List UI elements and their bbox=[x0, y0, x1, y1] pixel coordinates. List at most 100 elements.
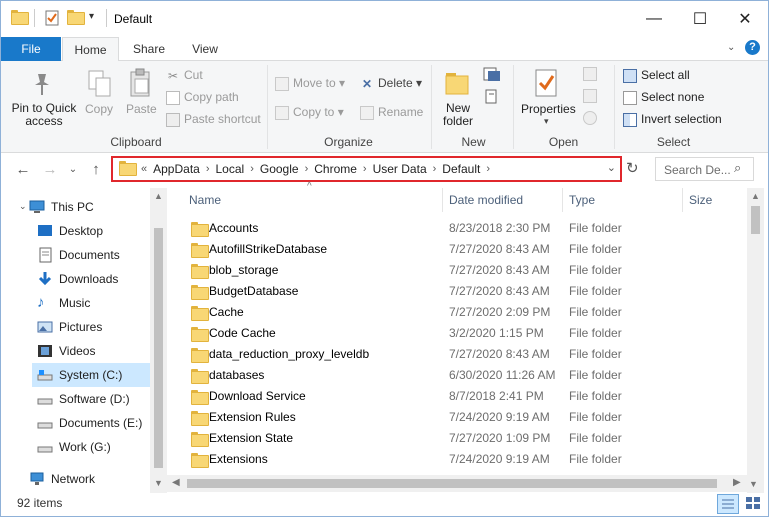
nav-item-videos[interactable]: Videos bbox=[37, 339, 95, 363]
edit-icon[interactable] bbox=[583, 89, 597, 103]
breadcrumb-appdata[interactable]: AppData bbox=[153, 162, 200, 176]
easy-access-icon[interactable] bbox=[483, 89, 505, 108]
invert-selection-button[interactable]: Invert selection bbox=[623, 112, 722, 127]
copy-path-button[interactable]: Copy path bbox=[166, 90, 239, 105]
up-arrow-icon[interactable]: ↑ bbox=[86, 159, 106, 179]
chevron-right-icon[interactable]: › bbox=[433, 163, 437, 175]
file-row[interactable]: Extension State 7/27/2020 1:09 PM File fol… bbox=[186, 428, 746, 449]
new-folder-button[interactable]: New folder bbox=[438, 102, 478, 128]
properties-button[interactable]: Properties bbox=[521, 102, 576, 116]
nav-item-software-d[interactable]: Software (D:) bbox=[37, 387, 130, 411]
file-row[interactable]: data_reduction_proxy_leveldb 7/27/2020 8:… bbox=[186, 344, 746, 365]
breadcrumb-chrome[interactable]: Chrome bbox=[314, 162, 357, 176]
scroll-down-icon[interactable]: ▼ bbox=[749, 479, 758, 489]
horizontal-scrollbar[interactable]: ◀ ▶ bbox=[167, 475, 747, 492]
column-divider[interactable] bbox=[682, 188, 683, 212]
refresh-icon[interactable]: ↻ bbox=[626, 159, 639, 177]
chevron-right-icon[interactable]: › bbox=[250, 163, 254, 175]
file-row[interactable]: blob_storage 7/27/2020 8:43 AM File folder bbox=[186, 260, 746, 281]
file-row[interactable]: AutofillStrikeDatabase 7/27/2020 8:43 AM F… bbox=[186, 239, 746, 260]
file-row[interactable]: databases 6/30/2020 11:26 AM File folder bbox=[186, 365, 746, 386]
move-to-button[interactable]: Move to ▾ bbox=[275, 76, 345, 91]
scroll-left-icon[interactable]: ◀ bbox=[172, 477, 180, 488]
column-divider[interactable] bbox=[442, 188, 443, 212]
file-row[interactable]: Extensions 7/24/2020 9:19 AM File folder bbox=[186, 449, 746, 470]
chevron-right-icon[interactable]: › bbox=[305, 163, 309, 175]
address-history-chevron-icon[interactable]: ⌄ bbox=[607, 161, 616, 174]
column-header-size[interactable]: Size bbox=[689, 188, 712, 212]
chevron-right-icon[interactable]: › bbox=[486, 163, 490, 175]
scroll-down-icon[interactable]: ▼ bbox=[154, 478, 163, 488]
file-date-modified: 7/27/2020 8:43 AM bbox=[449, 242, 550, 256]
file-list-scrollbar[interactable]: ▲ bbox=[747, 188, 764, 493]
chevron-down-icon[interactable]: ⌄ bbox=[19, 201, 27, 212]
breadcrumb-overflow[interactable]: « bbox=[141, 163, 147, 175]
tab-share[interactable]: Share bbox=[123, 37, 175, 61]
help-icon[interactable]: ? bbox=[745, 40, 760, 55]
back-arrow-icon[interactable]: ← bbox=[13, 159, 33, 179]
recent-locations-chevron-icon[interactable]: ⌄ bbox=[63, 159, 83, 179]
nav-item-desktop[interactable]: Desktop bbox=[37, 219, 103, 243]
pin-to-quick-access-button[interactable]: Pin to Quick access bbox=[9, 102, 79, 128]
copy-button[interactable]: Copy bbox=[85, 102, 113, 116]
nav-item-system-c[interactable]: System (C:) bbox=[37, 363, 122, 387]
open-icon[interactable] bbox=[583, 67, 597, 81]
nav-scrollbar[interactable]: ▲ ▼ bbox=[150, 188, 167, 493]
column-header-type[interactable]: Type bbox=[569, 188, 595, 212]
minimize-button[interactable]: — bbox=[631, 1, 677, 37]
new-item-icon[interactable] bbox=[483, 67, 505, 86]
nav-item-work-g[interactable]: Work (G:) bbox=[37, 435, 111, 459]
nav-item-documents[interactable]: Documents bbox=[37, 243, 120, 267]
column-header-date[interactable]: Date modified bbox=[449, 188, 523, 212]
close-button[interactable]: ✕ bbox=[722, 1, 768, 37]
file-row[interactable]: Code Cache 3/2/2020 1:15 PM File folder bbox=[186, 323, 746, 344]
paste-shortcut-button[interactable]: Paste shortcut bbox=[166, 112, 261, 127]
nav-item-this-pc[interactable]: This PC bbox=[29, 195, 94, 219]
breadcrumb-default[interactable]: Default bbox=[442, 162, 480, 176]
nav-item-downloads[interactable]: Downloads bbox=[37, 267, 118, 291]
properties-quick-icon[interactable] bbox=[45, 10, 63, 26]
address-bar[interactable]: « AppData › Local › Google › Chrome › User D… bbox=[111, 156, 622, 182]
details-view-icon[interactable] bbox=[717, 494, 739, 514]
rename-button[interactable]: Rename bbox=[360, 105, 423, 120]
breadcrumb-local[interactable]: Local bbox=[216, 162, 245, 176]
new-folder-quick-icon[interactable] bbox=[67, 10, 85, 26]
file-row[interactable]: BudgetDatabase 7/27/2020 8:43 AM File fold… bbox=[186, 281, 746, 302]
customize-quick-access-icon[interactable]: ▾ bbox=[89, 11, 94, 22]
select-none-button[interactable]: Select none bbox=[623, 90, 704, 105]
breadcrumb-user-data[interactable]: User Data bbox=[373, 162, 427, 176]
file-row[interactable]: Cache 7/27/2020 2:09 PM File folder bbox=[186, 302, 746, 323]
tab-file[interactable]: File bbox=[1, 37, 61, 61]
nav-item-network[interactable]: Network bbox=[29, 467, 95, 491]
scroll-right-icon[interactable]: ▶ bbox=[733, 477, 741, 488]
forward-arrow-icon[interactable]: → bbox=[40, 159, 60, 179]
large-icons-view-icon[interactable] bbox=[743, 494, 765, 514]
column-header-name[interactable]: Name bbox=[189, 188, 221, 212]
file-row[interactable]: Download Service 8/7/2018 2:41 PM File fol… bbox=[186, 386, 746, 407]
chevron-down-icon[interactable]: ▾ bbox=[544, 116, 549, 127]
scroll-thumb[interactable] bbox=[187, 479, 717, 488]
tab-view[interactable]: View bbox=[179, 37, 231, 61]
cut-button[interactable]: ✂ Cut bbox=[166, 68, 203, 83]
nav-item-documents-e[interactable]: Documents (E:) bbox=[37, 411, 142, 435]
maximize-button[interactable]: ☐ bbox=[677, 1, 723, 37]
tab-home[interactable]: Home bbox=[62, 37, 119, 62]
chevron-down-icon[interactable]: ⌄ bbox=[727, 42, 735, 53]
copy-to-button[interactable]: Copy to ▾ bbox=[275, 105, 344, 120]
chevron-right-icon[interactable]: › bbox=[363, 163, 367, 175]
history-icon[interactable] bbox=[583, 111, 597, 125]
scroll-thumb[interactable] bbox=[154, 228, 163, 468]
scroll-up-icon[interactable]: ▲ bbox=[751, 191, 760, 201]
delete-button[interactable]: ✕ Delete ▾ bbox=[360, 76, 422, 91]
file-row[interactable]: Accounts 8/23/2018 2:30 PM File folder bbox=[186, 218, 746, 239]
scroll-thumb[interactable] bbox=[751, 206, 760, 234]
select-all-button[interactable]: Select all bbox=[623, 68, 690, 83]
nav-item-pictures[interactable]: Pictures bbox=[37, 315, 102, 339]
nav-item-music[interactable]: ♪ Music bbox=[37, 291, 90, 315]
paste-button[interactable]: Paste bbox=[126, 102, 157, 116]
column-divider[interactable] bbox=[562, 188, 563, 212]
breadcrumb-google[interactable]: Google bbox=[260, 162, 299, 176]
chevron-right-icon[interactable]: › bbox=[206, 163, 210, 175]
scroll-up-icon[interactable]: ▲ bbox=[154, 191, 163, 201]
file-row[interactable]: Extension Rules 7/24/2020 9:19 AM File fol… bbox=[186, 407, 746, 428]
